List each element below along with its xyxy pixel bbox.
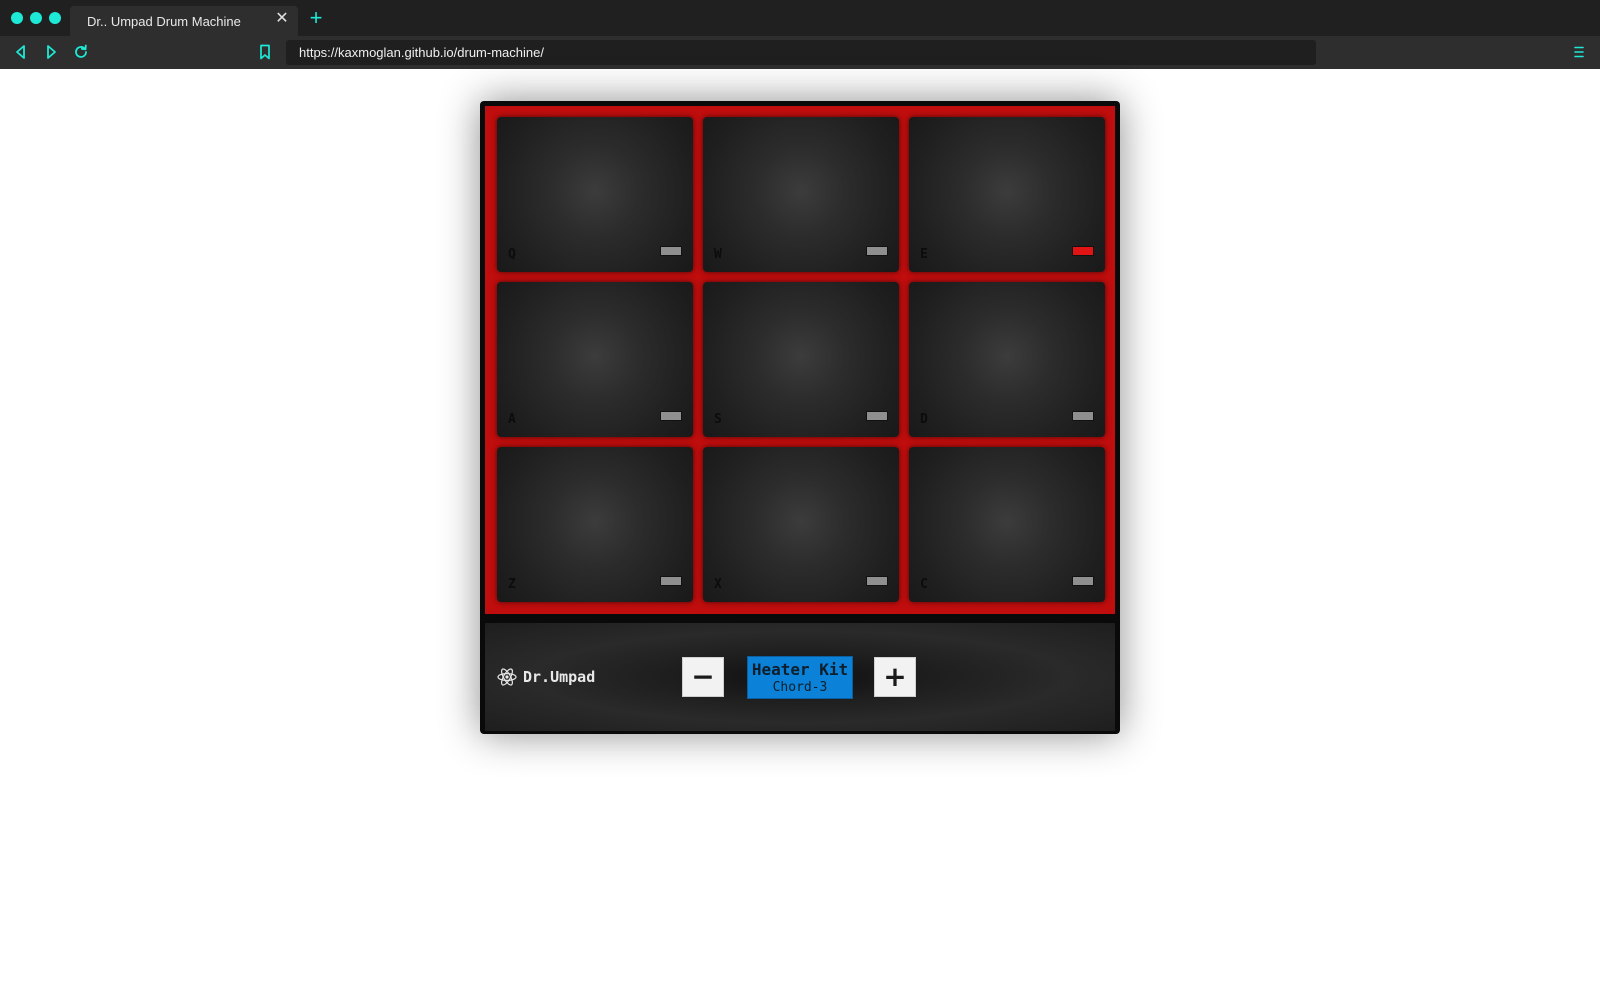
pad-led-indicator <box>660 576 682 586</box>
pad-key-label: Z <box>508 577 516 592</box>
address-bar[interactable]: https://kaxmoglan.github.io/drum-machine… <box>286 40 1316 65</box>
pad-key-label: Q <box>508 247 516 262</box>
browser-toolbar: https://kaxmoglan.github.io/drum-machine… <box>0 36 1600 69</box>
menu-icon[interactable] <box>1570 43 1588 61</box>
drum-machine: Q W E A S D Z X C Dr.Umpad − Heater Kit … <box>480 101 1120 734</box>
pad-key-label: W <box>714 247 722 262</box>
reload-icon[interactable] <box>72 43 90 61</box>
atom-icon <box>497 667 517 687</box>
drum-pad-e[interactable]: E <box>909 117 1105 272</box>
drum-pad-s[interactable]: S <box>703 282 899 437</box>
pad-key-label: D <box>920 412 928 427</box>
window-close-dot[interactable] <box>11 12 23 24</box>
drum-pad-d[interactable]: D <box>909 282 1105 437</box>
pad-led-indicator <box>866 411 888 421</box>
browser-tab[interactable]: Dr.. Umpad Drum Machine ✕ <box>70 6 298 36</box>
pad-key-label: A <box>508 412 516 427</box>
drum-pad-z[interactable]: Z <box>497 447 693 602</box>
window-minimize-dot[interactable] <box>30 12 42 24</box>
pad-led-indicator <box>866 246 888 256</box>
display-sound-name: Chord-3 <box>772 680 828 695</box>
drum-pad-a[interactable]: A <box>497 282 693 437</box>
pad-key-label: S <box>714 412 722 427</box>
window-maximize-dot[interactable] <box>49 12 61 24</box>
browser-tab-bar: Dr.. Umpad Drum Machine ✕ + <box>0 0 1600 36</box>
pad-led-indicator <box>660 411 682 421</box>
brand-name: Dr.Umpad <box>523 668 596 686</box>
back-icon[interactable] <box>12 43 30 61</box>
control-panel: Dr.Umpad − Heater Kit Chord-3 + <box>485 623 1115 731</box>
pad-key-label: X <box>714 577 722 592</box>
brand-logo: Dr.Umpad <box>497 667 595 687</box>
pad-led-indicator <box>1072 411 1094 421</box>
forward-icon[interactable] <box>42 43 60 61</box>
pad-grid: Q W E A S D Z X C <box>485 106 1115 614</box>
increase-kit-button[interactable]: + <box>874 657 916 697</box>
drum-pad-q[interactable]: Q <box>497 117 693 272</box>
drum-pad-x[interactable]: X <box>703 447 899 602</box>
drum-pad-c[interactable]: C <box>909 447 1105 602</box>
drum-pad-w[interactable]: W <box>703 117 899 272</box>
pad-led-indicator <box>660 246 682 256</box>
pad-key-label: C <box>920 577 928 592</box>
pad-key-label: E <box>920 247 928 262</box>
tab-close-icon[interactable]: ✕ <box>274 11 290 27</box>
pad-led-indicator-active <box>1072 246 1094 256</box>
display-kit-name: Heater Kit <box>751 660 849 679</box>
pad-led-indicator <box>1072 576 1094 586</box>
new-tab-button[interactable]: + <box>306 7 326 29</box>
bookmark-icon[interactable] <box>256 43 274 61</box>
pad-led-indicator <box>866 576 888 586</box>
kit-display: Heater Kit Chord-3 <box>747 656 853 699</box>
decrease-kit-button[interactable]: − <box>682 657 724 697</box>
url-text: https://kaxmoglan.github.io/drum-machine… <box>299 45 544 60</box>
tab-title: Dr.. Umpad Drum Machine <box>87 14 241 29</box>
